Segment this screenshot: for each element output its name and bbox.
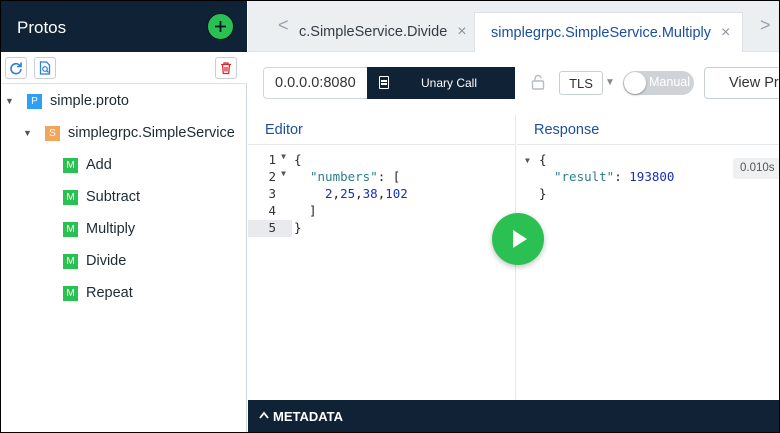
method-badge: M — [63, 221, 78, 237]
tab-bar: < c.SimpleService.Divide × simplegrpc.Si… — [248, 1, 779, 52]
caret-down-icon[interactable]: ▼ — [605, 77, 615, 88]
tree-method-multiply[interactable]: M Multiply — [63, 219, 135, 239]
tree-service[interactable]: ▼ S simplegrpc.SimpleService — [23, 123, 235, 143]
play-icon — [513, 230, 527, 248]
server-address-input[interactable]: 0.0.0.0:8080 — [263, 67, 369, 99]
tree-method-repeat[interactable]: M Repeat — [63, 283, 133, 303]
tree-method-add[interactable]: M Add — [63, 155, 112, 175]
close-icon[interactable]: × — [457, 23, 466, 41]
tree-method-subtract[interactable]: M Subtract — [63, 187, 140, 207]
method-label: Subtract — [86, 189, 140, 205]
fold-icon[interactable]: ▼ — [525, 156, 530, 165]
code-line: 2,25,38,102 — [325, 186, 408, 201]
tab-scroll-right-icon[interactable]: > — [760, 15, 771, 36]
sidebar-header: Protos — [1, 1, 247, 52]
tree-method-divide[interactable]: M Divide — [63, 251, 126, 271]
app-window: Protos ▼ P simple.proto ▼ S simplegrpc.S… — [0, 0, 780, 433]
line-number: 4 — [268, 203, 276, 218]
caret-down-icon[interactable]: ▼ — [5, 96, 19, 106]
code-line: { — [294, 152, 302, 167]
close-icon[interactable]: × — [721, 24, 730, 42]
tab-label: c.SimpleService.Divide — [299, 24, 448, 40]
caret-down-icon[interactable]: ▼ — [23, 128, 37, 138]
toggle-label: Manual — [649, 75, 690, 89]
tls-button[interactable]: TLS — [559, 71, 603, 95]
method-badge: M — [63, 189, 78, 205]
method-label: Repeat — [86, 285, 133, 301]
line-number: 1 ▼ — [268, 152, 286, 167]
method-badge: M — [63, 285, 78, 301]
method-badge: M — [63, 157, 78, 173]
file-search-icon — [39, 61, 51, 75]
add-proto-button[interactable] — [207, 13, 234, 40]
document-icon — [379, 76, 389, 89]
fold-icon[interactable]: ▼ — [281, 152, 286, 161]
response-time-badge: 0.010s — [733, 158, 779, 179]
method-label: Divide — [86, 253, 127, 269]
code-line: } — [294, 220, 302, 235]
manual-toggle[interactable]: Manual — [623, 71, 694, 95]
request-editor[interactable]: 1 ▼ 2 ▼ 3 4 5 { "numbers": [ 2,25,38,102 ]… — [248, 145, 516, 400]
service-label: simplegrpc.SimpleService — [68, 125, 235, 141]
tab-scroll-left-icon[interactable]: < — [278, 15, 289, 36]
reload-button[interactable] — [5, 57, 27, 79]
fold-icon[interactable]: ▼ — [281, 169, 286, 178]
editor-gutter: 1 ▼ 2 ▼ 3 4 5 — [248, 145, 292, 400]
code-line: ] — [309, 203, 317, 218]
metadata-label: METADATA — [273, 409, 344, 424]
tab-label: simplegrpc.SimpleService.Multiply — [491, 24, 711, 41]
protos-sidebar: Protos ▼ P simple.proto ▼ S simplegrpc.S… — [1, 1, 247, 432]
plus-icon — [215, 21, 226, 32]
view-proto-label: View Proto — [729, 75, 779, 91]
proto-file-label: simple.proto — [50, 93, 129, 109]
view-proto-button[interactable]: View Proto — [704, 67, 779, 99]
sidebar-toolbar — [1, 52, 247, 84]
response-line: "result": 193800 — [554, 169, 675, 184]
code-line: "numbers": [ — [310, 169, 401, 184]
response-line: } — [539, 186, 547, 201]
response-header: Response — [517, 114, 779, 145]
toggle-knob — [624, 72, 646, 94]
method-badge: M — [63, 253, 78, 269]
tab-divide[interactable]: c.SimpleService.Divide × — [299, 12, 467, 52]
method-label: Multiply — [86, 221, 136, 237]
reload-icon — [10, 62, 22, 75]
response-viewer: ▼ { "result": 193800 } — [517, 145, 779, 400]
line-number: 2 ▼ — [268, 169, 286, 184]
response-line: { — [539, 152, 547, 167]
line-number-active: 5 — [248, 220, 292, 237]
run-button[interactable] — [492, 213, 544, 265]
address-bar: 0.0.0.0:8080 Unary Call TLS ▼ Manual Vie… — [248, 52, 779, 114]
metadata-toggle-bar[interactable]: METADATA — [248, 400, 779, 432]
call-type-button[interactable]: Unary Call — [367, 67, 515, 99]
method-label: Add — [86, 157, 112, 173]
sidebar-title: Protos — [17, 18, 67, 37]
import-button[interactable] — [34, 57, 56, 79]
delete-button[interactable] — [215, 57, 237, 79]
call-type-label: Unary Call — [421, 76, 478, 90]
line-number: 3 — [268, 186, 276, 201]
chevron-up-icon — [259, 411, 269, 419]
trash-icon — [221, 62, 231, 75]
lock-icon[interactable] — [531, 74, 545, 90]
proto-badge: P — [27, 93, 42, 109]
editor-header: Editor — [248, 114, 516, 145]
tab-multiply[interactable]: simplegrpc.SimpleService.Multiply × — [474, 12, 744, 52]
service-badge: S — [45, 125, 60, 141]
tree-proto-file[interactable]: ▼ P simple.proto — [5, 91, 129, 111]
